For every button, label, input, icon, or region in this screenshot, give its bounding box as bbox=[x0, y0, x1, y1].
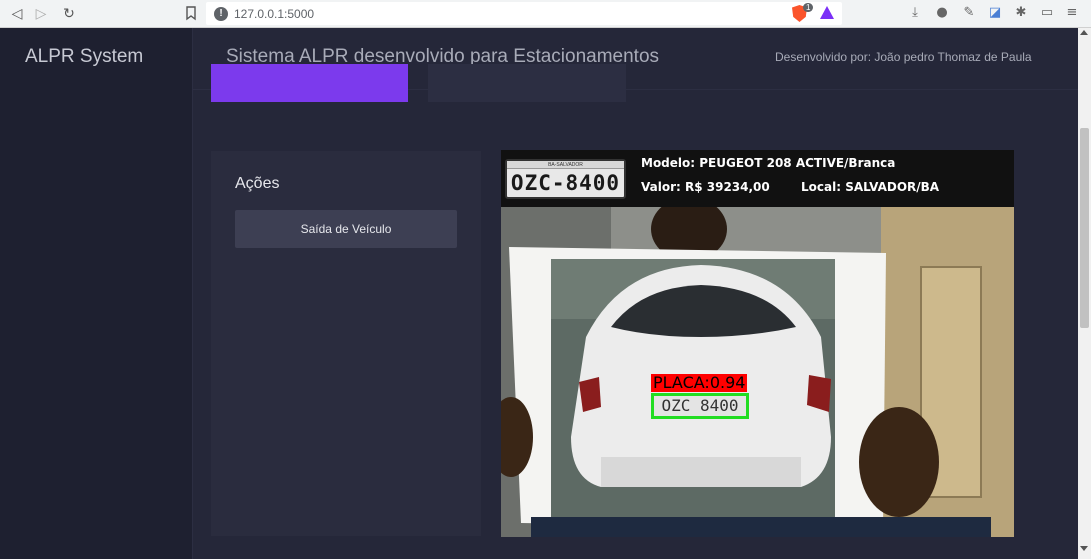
translate-extension-icon[interactable]: ◪ bbox=[987, 5, 1003, 21]
detection-result: BA-SALVADOR OZC-8400 Modelo: PEUGEOT 208… bbox=[501, 150, 1014, 537]
status-card-accent bbox=[211, 64, 408, 102]
menu-icon[interactable]: ≡ bbox=[1064, 5, 1080, 21]
actions-panel: Ações Saída de Veículo bbox=[211, 151, 481, 536]
vehicle-exit-button[interactable]: Saída de Veículo bbox=[235, 210, 457, 248]
detected-plate-text: OZC 8400 bbox=[661, 396, 739, 415]
developer-credit: Desenvolvido por: João pedro Thomaz de P… bbox=[775, 50, 1032, 64]
status-card bbox=[428, 64, 626, 102]
vehicle-value: Valor: R$ 39234,00 bbox=[641, 180, 770, 194]
camera-frame: PLACA:0.94 OZC 8400 bbox=[501, 207, 1014, 537]
reload-icon[interactable]: ↻ bbox=[58, 3, 80, 25]
back-icon[interactable]: ◁ bbox=[6, 3, 28, 25]
brave-rewards-icon[interactable] bbox=[820, 6, 834, 19]
wallet-icon[interactable]: ▭ bbox=[1039, 5, 1055, 21]
scrollbar-thumb[interactable] bbox=[1080, 128, 1089, 328]
scrollbar-down-arrow-icon[interactable] bbox=[1080, 546, 1088, 551]
camera-scene-image bbox=[501, 207, 1014, 537]
extension-pen-icon[interactable]: ✎ bbox=[961, 5, 977, 21]
page-scrollbar[interactable] bbox=[1078, 28, 1091, 559]
brand-title[interactable]: ALPR System bbox=[25, 46, 143, 68]
browser-toolbar: ◁ ▷ ↻ ! 127.0.0.1:5000 1 ⤓ ● ✎ ◪ ✱ ▭ ≡ bbox=[0, 0, 1091, 28]
plate-number: OZC-8400 bbox=[510, 171, 621, 195]
bookmark-icon[interactable] bbox=[184, 5, 198, 21]
sidebar: ALPR System bbox=[0, 28, 193, 559]
detection-box: OZC 8400 bbox=[651, 393, 749, 419]
plate-thumbnail: BA-SALVADOR OZC-8400 bbox=[505, 159, 626, 199]
site-info-icon[interactable]: ! bbox=[214, 6, 228, 21]
vehicle-model: Modelo: PEUGEOT 208 ACTIVE/Branca bbox=[641, 156, 896, 170]
extension-globe-icon[interactable]: ● bbox=[934, 5, 950, 21]
url-text: 127.0.0.1:5000 bbox=[234, 6, 315, 21]
extensions-puzzle-icon[interactable]: ✱ bbox=[1013, 5, 1029, 21]
detection-label: PLACA:0.94 bbox=[651, 373, 748, 392]
scrollbar-up-arrow-icon[interactable] bbox=[1080, 30, 1088, 35]
actions-title: Ações bbox=[235, 175, 280, 192]
download-icon[interactable]: ⤓ bbox=[907, 5, 923, 21]
plate-city-strip: BA-SALVADOR bbox=[507, 161, 624, 169]
address-bar[interactable]: ! 127.0.0.1:5000 1 bbox=[206, 2, 842, 25]
shield-count-badge: 1 bbox=[803, 3, 814, 12]
forward-icon[interactable]: ▷ bbox=[30, 3, 52, 25]
vehicle-location: Local: SALVADOR/BA bbox=[801, 180, 940, 194]
